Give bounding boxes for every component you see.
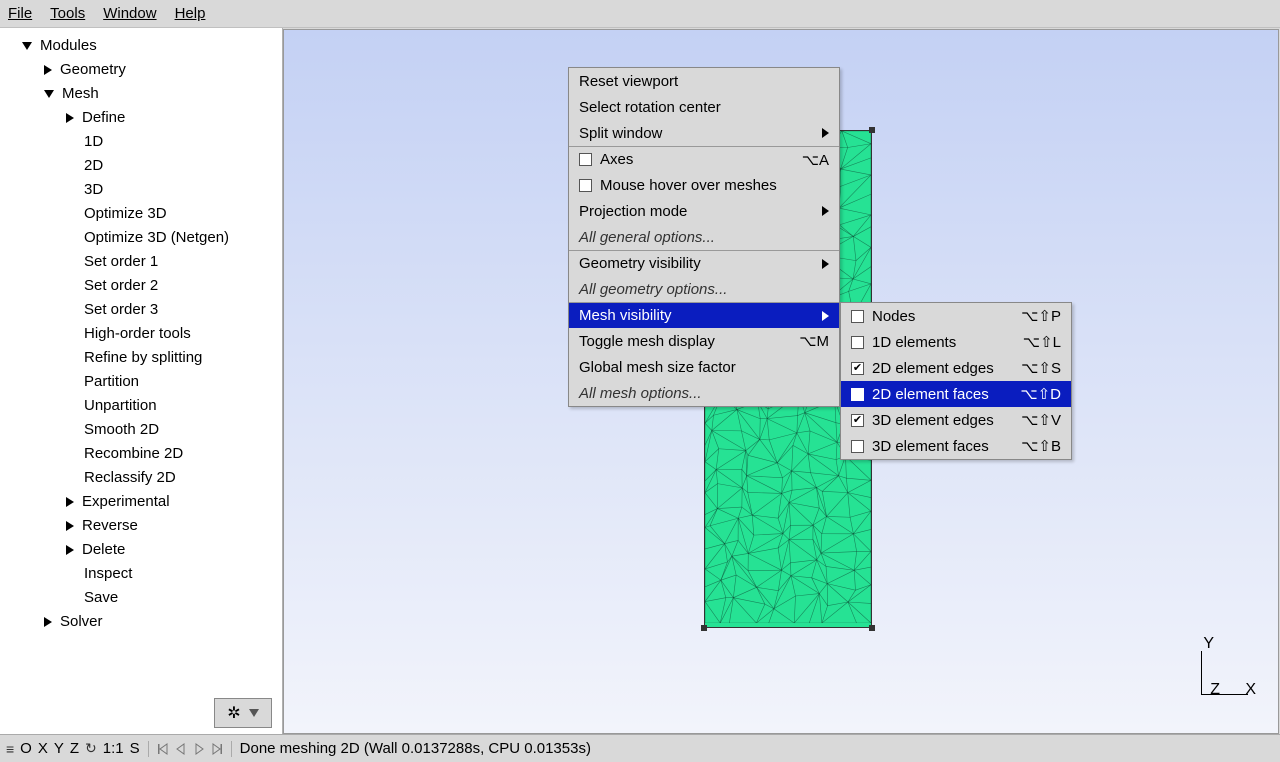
checkbox-icon	[851, 336, 864, 349]
mesh-visibility-submenu: Nodes⌥⇧P 1D elements⌥⇧L 2D element edges…	[840, 302, 1072, 460]
status-play-first-icon[interactable]	[157, 743, 169, 755]
tree-mesh[interactable]: Mesh	[10, 82, 282, 106]
checkbox-icon	[851, 362, 864, 375]
ctx-all-mesh-options[interactable]: All mesh options...	[569, 380, 839, 406]
status-play-prev-icon[interactable]	[175, 743, 187, 755]
axis-y-label: Y	[1203, 635, 1214, 653]
ctx-all-geometry-options[interactable]: All geometry options...	[569, 276, 839, 302]
ctx-mesh-visibility[interactable]: Mesh visibility	[569, 302, 839, 328]
checkbox-icon	[579, 153, 592, 166]
tree-mesh-unpartition[interactable]: Unpartition	[10, 394, 282, 418]
menubar: File Tools Window Help	[0, 0, 1280, 28]
ctx-global-mesh-size-factor[interactable]: Global mesh size factor	[569, 354, 839, 380]
viewport-3d[interactable]: Reset viewport Select rotation center Sp…	[283, 29, 1279, 734]
tree-mesh-partition[interactable]: Partition	[10, 370, 282, 394]
submenu-arrow-icon	[822, 311, 829, 321]
ctx-mouse-hover-meshes[interactable]: Mouse hover over meshes	[569, 172, 839, 198]
ctx-3d-element-faces[interactable]: 3D element faces⌥⇧B	[841, 433, 1071, 459]
tree-mesh-smooth2d[interactable]: Smooth 2D	[10, 418, 282, 442]
submenu-arrow-icon	[822, 259, 829, 269]
gear-icon: ✲	[227, 703, 240, 723]
status-s[interactable]: S	[130, 740, 140, 757]
tree-geometry[interactable]: Geometry	[10, 58, 282, 82]
menu-tools[interactable]: Tools	[50, 5, 85, 22]
tree-mesh-2d[interactable]: 2D	[10, 154, 282, 178]
tree-solver[interactable]: Solver	[10, 610, 282, 634]
status-scale[interactable]: 1:1	[103, 740, 124, 757]
status-play-last-icon[interactable]	[211, 743, 223, 755]
dropdown-icon	[249, 709, 259, 717]
submenu-arrow-icon	[822, 128, 829, 138]
menu-window[interactable]: Window	[103, 5, 156, 22]
submenu-arrow-icon	[822, 206, 829, 216]
ctx-2d-element-faces[interactable]: 2D element faces⌥⇧D	[841, 381, 1071, 407]
status-menu-icon[interactable]: ≡	[6, 741, 14, 757]
mesh-node-icon	[869, 625, 875, 631]
axis-z-label: Z	[1210, 681, 1220, 699]
status-view-z[interactable]: Z	[70, 740, 79, 757]
tree-root-modules[interactable]: Modules	[10, 34, 282, 58]
viewport-context-menu: Reset viewport Select rotation center Sp…	[568, 67, 840, 407]
ctx-1d-elements[interactable]: 1D elements⌥⇧L	[841, 329, 1071, 355]
tree-mesh-reverse[interactable]: Reverse	[10, 514, 282, 538]
status-view-y[interactable]: Y	[54, 740, 64, 757]
ctx-axes[interactable]: Axes⌥A	[569, 146, 839, 172]
tree-mesh-opt3d[interactable]: Optimize 3D	[10, 202, 282, 226]
checkbox-icon	[851, 388, 864, 401]
status-view-x[interactable]: X	[38, 740, 48, 757]
ctx-3d-element-edges[interactable]: 3D element edges⌥⇧V	[841, 407, 1071, 433]
status-rotate-icon[interactable]: ↻	[85, 740, 97, 757]
ctx-reset-viewport[interactable]: Reset viewport	[569, 68, 839, 94]
ctx-all-general-options[interactable]: All general options...	[569, 224, 839, 250]
tree-mesh-highorder[interactable]: High-order tools	[10, 322, 282, 346]
tree-mesh-opt3d-netgen[interactable]: Optimize 3D (Netgen)	[10, 226, 282, 250]
checkbox-icon	[579, 179, 592, 192]
tree-mesh-inspect[interactable]: Inspect	[10, 562, 282, 586]
tree-mesh-save[interactable]: Save	[10, 586, 282, 610]
tree-mesh-recombine2d[interactable]: Recombine 2D	[10, 442, 282, 466]
menu-help[interactable]: Help	[175, 5, 206, 22]
checkbox-icon	[851, 310, 864, 323]
status-play-next-icon[interactable]	[193, 743, 205, 755]
module-tree: Modules Geometry Mesh Define 1D 2D 3D Op…	[10, 34, 282, 634]
mesh-node-icon	[869, 127, 875, 133]
axis-x-label: X	[1245, 681, 1256, 699]
sidebar: Modules Geometry Mesh Define 1D 2D 3D Op…	[0, 28, 283, 734]
status-message: Done meshing 2D (Wall 0.0137288s, CPU 0.…	[240, 740, 591, 757]
tree-mesh-1d[interactable]: 1D	[10, 130, 282, 154]
ctx-select-rotation-center[interactable]: Select rotation center	[569, 94, 839, 120]
ctx-toggle-mesh-display[interactable]: Toggle mesh display⌥M	[569, 328, 839, 354]
ctx-split-window[interactable]: Split window	[569, 120, 839, 146]
tree-mesh-delete[interactable]: Delete	[10, 538, 282, 562]
tree-mesh-define[interactable]: Define	[10, 106, 282, 130]
tree-mesh-setorder3[interactable]: Set order 3	[10, 298, 282, 322]
ctx-projection-mode[interactable]: Projection mode	[569, 198, 839, 224]
checkbox-icon	[851, 440, 864, 453]
ctx-geometry-visibility[interactable]: Geometry visibility	[569, 250, 839, 276]
ctx-nodes[interactable]: Nodes⌥⇧P	[841, 303, 1071, 329]
mesh-node-icon	[701, 625, 707, 631]
options-gear-button[interactable]: ✲	[214, 698, 272, 728]
tree-mesh-setorder2[interactable]: Set order 2	[10, 274, 282, 298]
ctx-2d-element-edges[interactable]: 2D element edges⌥⇧S	[841, 355, 1071, 381]
tree-mesh-refine[interactable]: Refine by splitting	[10, 346, 282, 370]
tree-mesh-reclassify2d[interactable]: Reclassify 2D	[10, 466, 282, 490]
tree-mesh-experimental[interactable]: Experimental	[10, 490, 282, 514]
axis-indicator: Y X Z	[1188, 629, 1258, 699]
tree-mesh-3d[interactable]: 3D	[10, 178, 282, 202]
status-reset-o[interactable]: O	[20, 740, 32, 757]
checkbox-icon	[851, 414, 864, 427]
status-bar: ≡ O X Y Z ↻ 1:1 S Done meshing 2D (Wall …	[0, 734, 1280, 762]
menu-file[interactable]: File	[8, 5, 32, 22]
tree-mesh-setorder1[interactable]: Set order 1	[10, 250, 282, 274]
